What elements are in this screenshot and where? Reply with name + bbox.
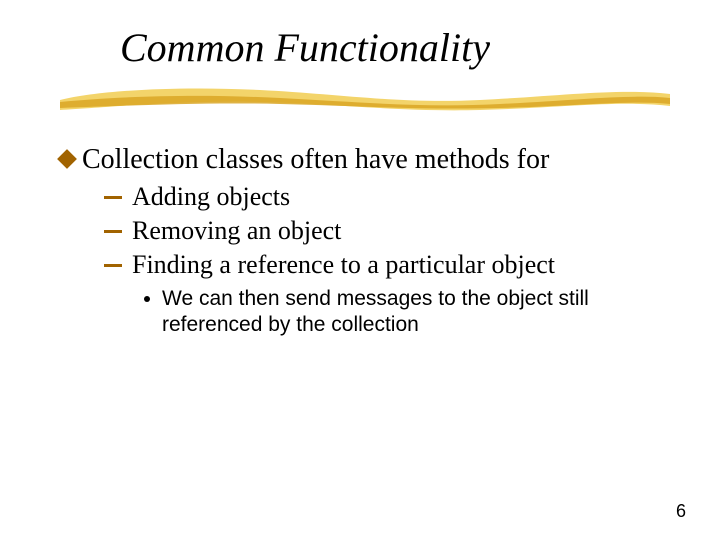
- bullet-level2-text: Adding objects: [132, 182, 290, 212]
- bullet-level1-text: Collection classes often have methods fo…: [82, 144, 549, 176]
- bullet-level3-group: We can then send messages to the object …: [144, 286, 670, 339]
- bullet-level2: Adding objects: [104, 182, 670, 212]
- bullet-level2-text: Removing an object: [132, 216, 341, 246]
- dash-bullet-icon: [104, 196, 122, 199]
- bullet-level3-text: We can then send messages to the object …: [162, 286, 632, 339]
- slide: Common Functionality Collection classes …: [0, 0, 720, 540]
- content-area: Collection classes often have methods fo…: [60, 144, 670, 343]
- dash-bullet-icon: [104, 230, 122, 233]
- dot-bullet-icon: [144, 296, 150, 302]
- slide-title: Common Functionality: [120, 24, 490, 71]
- title-underline-brush: [60, 80, 670, 114]
- bullet-level2: Finding a reference to a particular obje…: [104, 250, 670, 280]
- bullet-level2-group: Adding objects Removing an object Findin…: [104, 182, 670, 280]
- diamond-bullet-icon: [57, 149, 77, 169]
- dash-bullet-icon: [104, 264, 122, 267]
- page-number: 6: [676, 501, 686, 522]
- bullet-level3: We can then send messages to the object …: [144, 286, 670, 339]
- bullet-level2: Removing an object: [104, 216, 670, 246]
- bullet-level2-text: Finding a reference to a particular obje…: [132, 250, 555, 280]
- bullet-level1: Collection classes often have methods fo…: [60, 144, 670, 176]
